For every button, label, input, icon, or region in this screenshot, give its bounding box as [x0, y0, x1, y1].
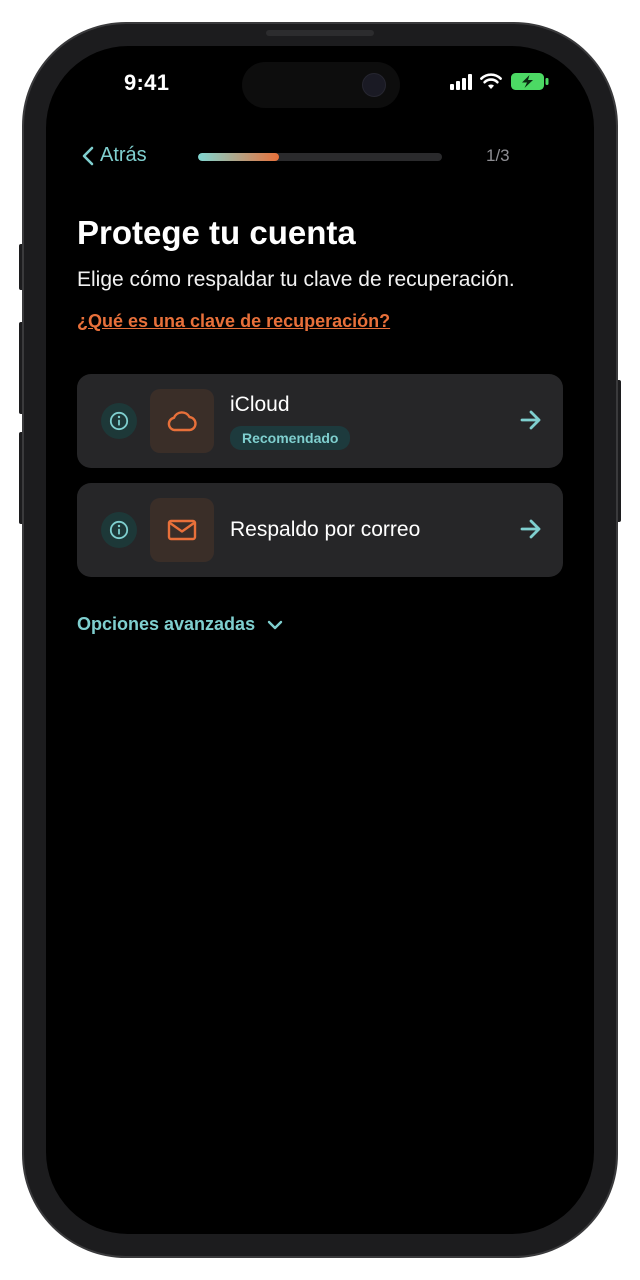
arrow-right-icon — [520, 519, 541, 539]
info-icon — [109, 520, 129, 540]
advanced-options-toggle[interactable]: Opciones avanzadas — [77, 614, 283, 635]
cloud-icon — [167, 411, 197, 432]
progress-fill — [198, 153, 280, 161]
mail-icon — [167, 519, 197, 541]
info-button[interactable] — [101, 512, 137, 548]
option-title: Respaldo por correo — [230, 518, 421, 541]
page-subtitle: Elige cómo respaldar tu clave de recuper… — [77, 268, 515, 291]
chevron-down-icon — [267, 620, 283, 629]
wifi-icon — [480, 73, 502, 89]
screen: 9:41 Atrás 1/3 Protege tu cuenta Elige c… — [46, 46, 594, 1234]
info-icon — [109, 411, 129, 431]
progress-bar — [198, 153, 442, 161]
info-button[interactable] — [101, 403, 137, 439]
step-indicator: 1/3 — [486, 146, 510, 165]
page-title: Protege tu cuenta — [77, 214, 356, 251]
chevron-left-icon — [82, 146, 94, 165]
mail-icon-tile — [150, 498, 214, 562]
camera-lens — [362, 73, 386, 97]
status-icons — [450, 72, 550, 91]
option-title: iCloud — [230, 393, 290, 416]
option-email-backup[interactable]: Respaldo por correo — [77, 483, 563, 577]
speaker-slit — [266, 30, 374, 36]
battery-charging-icon — [511, 73, 549, 90]
option-icloud[interactable]: iCloud Recomendado — [77, 374, 563, 468]
advanced-options-label: Opciones avanzadas — [77, 614, 256, 634]
cloud-icon-tile — [150, 389, 214, 453]
recommended-badge: Recomendado — [230, 426, 351, 450]
arrow-right-icon — [520, 410, 541, 430]
back-label: Atrás — [100, 144, 147, 166]
recovery-key-help-link[interactable]: ¿Qué es una clave de recuperación? — [77, 311, 390, 332]
back-button[interactable]: Atrás — [82, 144, 147, 167]
cellular-signal-icon — [450, 73, 472, 90]
status-time: 9:41 — [124, 70, 170, 95]
dynamic-island — [242, 62, 400, 108]
